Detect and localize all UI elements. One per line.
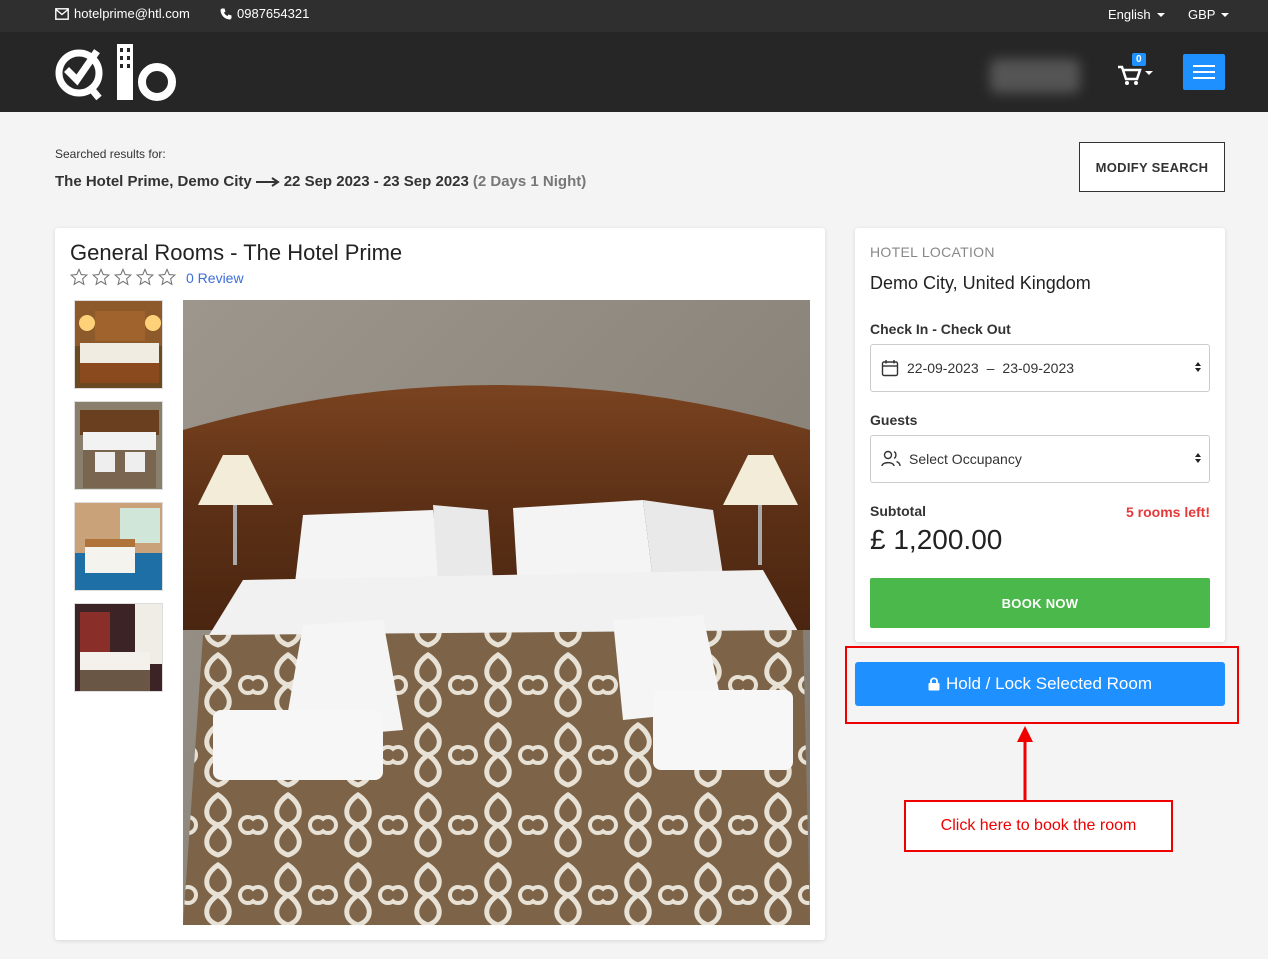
envelope-icon — [55, 7, 69, 20]
date-range-input[interactable]: 22-09-2023 – 23-09-2023 — [870, 344, 1210, 392]
phone-contact[interactable]: 0987654321 — [220, 6, 309, 21]
subtotal-label: Subtotal — [870, 503, 926, 519]
subtotal-amount: £ 1,200.00 — [870, 524, 1003, 555]
language-label: English — [1108, 7, 1151, 22]
reviews-link[interactable]: 0 Review — [186, 270, 244, 286]
rooms-left-badge: 5 rooms left! — [1125, 504, 1210, 520]
cart-count-badge: 0 — [1132, 53, 1146, 66]
thumbnail-image[interactable] — [74, 300, 163, 389]
rating-stars — [70, 268, 176, 286]
updown-arrows-icon — [1195, 362, 1201, 372]
calendar-icon — [881, 360, 899, 377]
annotation-arrow-icon — [1017, 726, 1033, 802]
thumbnail-list — [74, 300, 163, 692]
chevron-down-icon — [1156, 12, 1165, 17]
hotel-location-heading: HOTEL LOCATION — [870, 244, 995, 260]
phone-text: 0987654321 — [237, 6, 310, 21]
modify-search-button[interactable]: MODIFY SEARCH — [1079, 142, 1225, 192]
check-in-date: 22-09-2023 — [907, 360, 979, 376]
search-duration: (2 Days 1 Night) — [472, 173, 587, 190]
search-results-label: Searched results for: — [55, 147, 166, 161]
guests-label: Guests — [870, 412, 918, 428]
star-empty-icon — [70, 268, 88, 286]
star-empty-icon — [92, 268, 110, 286]
room-details-card: General Rooms - The Hotel Prime 0 Review — [55, 228, 825, 940]
users-icon — [881, 450, 901, 467]
hamburger-menu-button[interactable] — [1183, 54, 1225, 90]
language-dropdown[interactable]: English — [1108, 7, 1165, 22]
top-bar: hotelprime@htl.com 0987654321 English GB… — [0, 0, 1268, 32]
email-contact[interactable]: hotelprime@htl.com — [55, 6, 190, 21]
main-header: 0 — [0, 32, 1268, 112]
thumbnail-image[interactable] — [74, 502, 163, 591]
menu-bar — [1193, 71, 1215, 73]
check-in-out-label: Check In - Check Out — [870, 321, 1011, 337]
occupancy-select[interactable]: Select Occupancy — [870, 435, 1210, 483]
email-text: hotelprime@htl.com — [74, 6, 190, 21]
main-room-photo[interactable] — [183, 300, 810, 925]
search-location: The Hotel Prime, Demo City — [55, 173, 252, 190]
menu-bar — [1193, 65, 1215, 67]
booking-card: HOTEL LOCATION Demo City, United Kingdom… — [855, 228, 1225, 642]
thumbnail-image[interactable] — [74, 603, 163, 692]
search-summary: The Hotel Prime, Demo City 22 Sep 2023 -… — [55, 173, 586, 190]
annotation-note: Click here to book the room — [904, 800, 1173, 852]
room-title: General Rooms - The Hotel Prime — [70, 240, 403, 265]
book-now-button[interactable]: BOOK NOW — [870, 578, 1210, 628]
thumbnail-image[interactable] — [74, 401, 163, 490]
cart-button[interactable]: 0 — [1117, 53, 1157, 88]
qlo-logo[interactable] — [55, 42, 179, 102]
hotel-location: Demo City, United Kingdom — [870, 273, 1091, 293]
star-empty-icon — [158, 268, 176, 286]
currency-label: GBP — [1188, 7, 1216, 22]
occupancy-placeholder: Select Occupancy — [909, 451, 1022, 467]
chevron-down-icon — [1221, 12, 1230, 17]
currency-dropdown[interactable]: GBP — [1188, 7, 1230, 22]
annotation-highlight-box — [845, 646, 1239, 724]
date-separator: – — [986, 360, 995, 376]
user-account-blurred[interactable] — [990, 59, 1080, 93]
arrow-right-icon — [255, 176, 280, 187]
search-dates: 22 Sep 2023 - 23 Sep 2023 — [283, 173, 469, 190]
check-out-date: 23-09-2023 — [1002, 360, 1075, 376]
star-empty-icon — [136, 268, 154, 286]
phone-icon — [220, 8, 232, 19]
menu-bar — [1193, 77, 1215, 79]
star-empty-icon — [114, 268, 132, 286]
updown-arrows-icon — [1195, 453, 1201, 463]
